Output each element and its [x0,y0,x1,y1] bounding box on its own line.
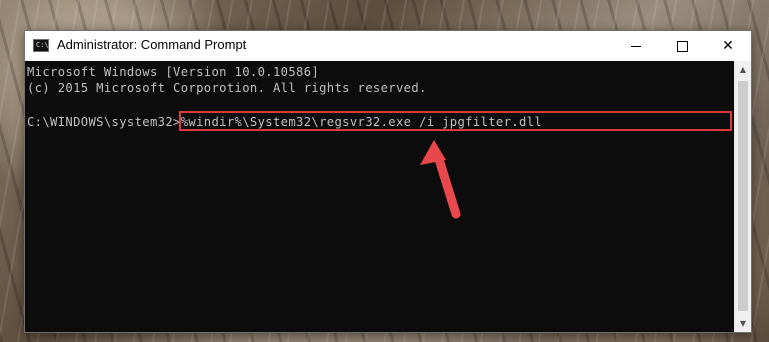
cmd-icon: C:\ [33,39,49,52]
console-line-copyright: (c) 2015 Microsoft Corporotion. All righ… [27,81,427,95]
console-line-version: Microsoft Windows [Version 10.0.10586] [27,65,320,79]
window-title: Administrator: Command Prompt [57,37,247,52]
close-button[interactable]: ✕ [705,31,751,61]
minimize-button[interactable] [613,31,659,61]
command-prompt-window: C:\ Administrator: Command Prompt ✕ Micr… [24,30,752,333]
scroll-up-icon[interactable]: ▲ [735,61,751,78]
command-highlight-box [179,111,732,131]
title-bar[interactable]: C:\ Administrator: Command Prompt ✕ [25,31,751,61]
maximize-button[interactable] [659,31,705,61]
scrollbar-thumb[interactable] [738,81,748,311]
console-output[interactable]: Microsoft Windows [Version 10.0.10586] (… [25,61,734,332]
cmd-icon-glyph: C:\ [36,41,49,49]
command-prompt: C:\WINDOWS\system32> [27,115,181,129]
maximize-icon [677,41,688,52]
vertical-scrollbar[interactable]: ▲ ▼ [734,61,751,332]
scroll-down-icon[interactable]: ▼ [735,315,751,332]
close-icon: ✕ [722,38,734,54]
minimize-icon [631,46,641,47]
